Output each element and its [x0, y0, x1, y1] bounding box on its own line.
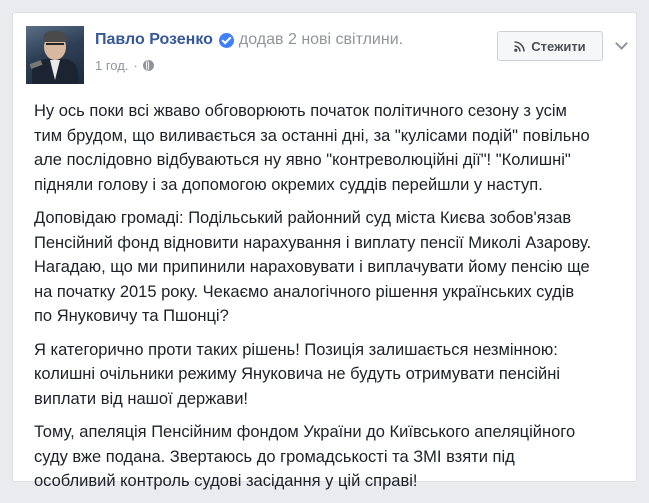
post-paragraph: Доповідаю громаді: Подільський районний …	[34, 206, 624, 329]
post-text-line: по Януковичу та Пшонці?	[34, 307, 229, 325]
post-text-line: Пенсійний фонд відновити нарахування і в…	[34, 233, 592, 252]
author-avatar[interactable]	[26, 26, 84, 84]
post-text-line: колишні очільники режиму Януковича не бу…	[34, 365, 561, 383]
post-paragraph: Тому, апеляція Пенсійним фондом України …	[34, 420, 624, 494]
post-body: Ну ось поки всі жваво обговорюють почато…	[34, 99, 624, 503]
post-text-line: Доповідаю громаді: Подільський районний …	[34, 209, 572, 227]
post-text-line: суду вже подана. Звертаюсь до громадсько…	[34, 447, 515, 466]
rss-icon	[514, 40, 526, 52]
globe-icon[interactable]	[142, 60, 154, 71]
post-header: Павло Розенко додав 2 нові світлини.	[95, 31, 403, 49]
post-text-line: підняли голову і за допомогою окремих су…	[34, 175, 543, 194]
post-text-line: виплати від нашої держави!	[34, 389, 248, 408]
post-meta: 1 год. ·	[95, 58, 154, 73]
meta-separator: ·	[133, 58, 138, 73]
avatar-hair	[43, 31, 67, 42]
post-paragraph: Ну ось поки всі жваво обговорюють почато…	[34, 99, 624, 197]
post-text-line: особливий контроль судові засідання у ці…	[34, 472, 418, 490]
follow-button-label: Стежити	[531, 38, 586, 54]
chevron-down-icon[interactable]	[614, 38, 630, 54]
follow-button[interactable]: Стежити	[497, 31, 603, 61]
post-text-line: Нагадаю, що ми припинили нараховувати і …	[34, 258, 590, 276]
post-card: Павло Розенко додав 2 нові світлини. 1 г…	[12, 12, 637, 490]
verified-badge-icon	[218, 32, 234, 48]
post-action-text: додав 2 нові світлини.	[238, 31, 404, 48]
post-timestamp-link[interactable]: 1 год.	[95, 58, 128, 73]
post-text-line: на початку 2015 року. Чекаємо аналогічно…	[34, 282, 575, 301]
author-name-link[interactable]: Павло Розенко	[95, 31, 213, 49]
post-text-line: Я категорично проти таких рішень! Позиці…	[34, 340, 558, 359]
post-text-line: але послідовно відбуваються ну явно "кон…	[34, 151, 571, 169]
post-text-line: Тому, апеляція Пенсійним фондом України …	[34, 423, 576, 441]
post-text-line: Ну ось поки всі жваво обговорюють почато…	[34, 102, 567, 120]
post-paragraph: Я категорично проти таких рішень! Позиці…	[34, 338, 624, 412]
post-text-line: тим брудом, що виливається за останні дн…	[34, 126, 590, 145]
avatar-glasses	[46, 43, 64, 49]
